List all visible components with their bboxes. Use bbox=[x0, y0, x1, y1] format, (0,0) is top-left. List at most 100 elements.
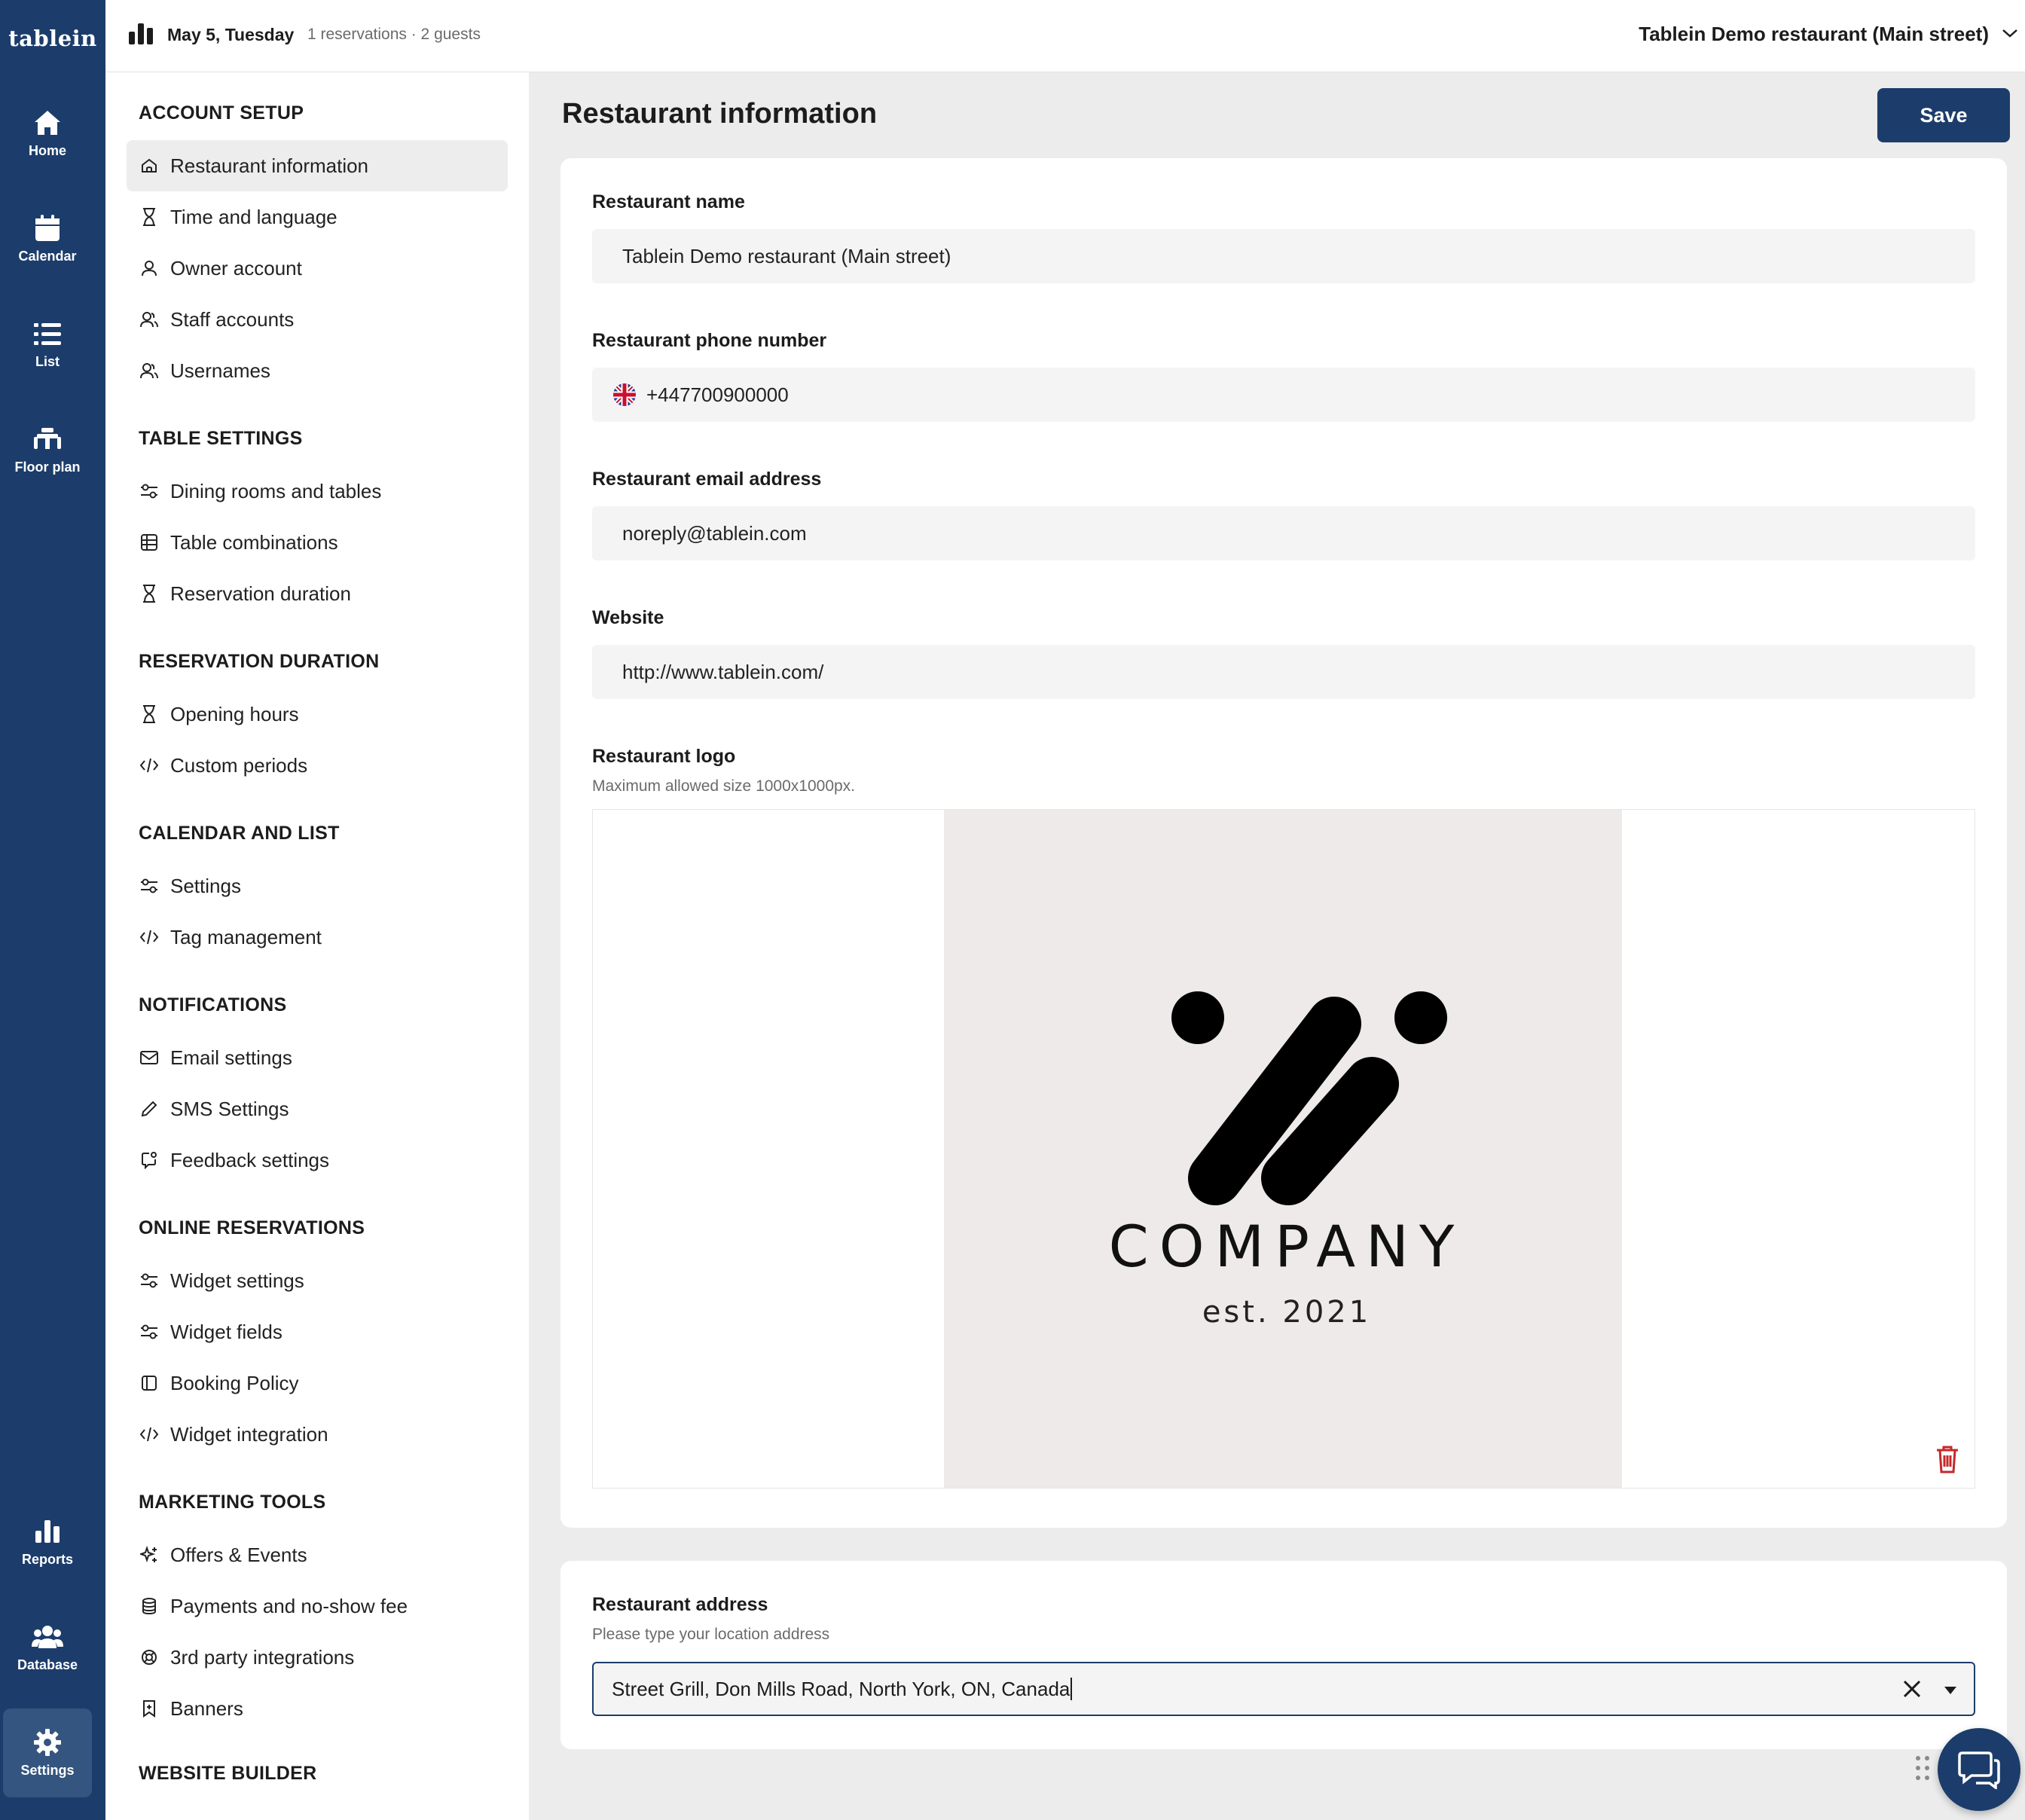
menu-item-owner-account[interactable]: Owner account bbox=[127, 243, 508, 294]
section-title-online-reservations: ONLINE RESERVATIONS bbox=[139, 1217, 365, 1238]
rail-label: Floor plan bbox=[14, 460, 81, 475]
menu-item-widget-integration[interactable]: Widget integration bbox=[127, 1409, 508, 1460]
hourglass-icon bbox=[143, 705, 155, 723]
restaurant-selector[interactable]: Tablein Demo restaurant (Main street) bbox=[1639, 23, 1989, 46]
drag-handle-icon[interactable] bbox=[1915, 1755, 1930, 1781]
website-field[interactable]: http://www.tablein.com/ bbox=[592, 645, 1975, 699]
logo-company-text: COMPANY bbox=[1109, 1213, 1465, 1280]
rail-item-database[interactable]: Database bbox=[3, 1603, 92, 1692]
address-label: Restaurant address bbox=[592, 1594, 768, 1615]
menu-item-dining-rooms[interactable]: Dining rooms and tables bbox=[127, 466, 508, 517]
menu-item-widget-fields[interactable]: Widget fields bbox=[127, 1306, 508, 1357]
reports-icon bbox=[35, 1520, 60, 1543]
menu-item-usernames[interactable]: Usernames bbox=[127, 345, 508, 396]
menu-item-custom-periods[interactable]: Custom periods bbox=[127, 740, 508, 791]
info-card: Restaurant name Tablein Demo restaurant … bbox=[560, 158, 2007, 1528]
rail-label: Database bbox=[17, 1657, 78, 1672]
address-help-text: Please type your location address bbox=[592, 1626, 830, 1643]
sliders-icon bbox=[141, 1273, 157, 1288]
page-title: Restaurant information bbox=[562, 98, 878, 130]
close-icon[interactable] bbox=[1901, 1678, 1923, 1699]
section-title-calendar-and-list: CALENDAR AND LIST bbox=[139, 823, 340, 844]
brand-logo[interactable]: tablein bbox=[0, 26, 105, 51]
restaurant-logo-image: COMPANY est. 2021 bbox=[944, 810, 1622, 1488]
rail-label: List bbox=[35, 354, 60, 369]
settings-menu: ACCOUNT SETUP Restaurant information Tim… bbox=[105, 72, 529, 1820]
chat-button[interactable] bbox=[1938, 1728, 2020, 1811]
menu-item-settings[interactable]: Settings bbox=[127, 860, 508, 912]
chat-icon bbox=[1958, 1751, 2000, 1789]
menu-item-payments[interactable]: Payments and no-show fee bbox=[127, 1580, 508, 1632]
phone-field[interactable]: +447700900000 bbox=[592, 368, 1975, 422]
rail-item-settings[interactable]: Settings bbox=[3, 1709, 92, 1797]
sliders-icon bbox=[141, 878, 157, 893]
sliders-icon bbox=[141, 484, 157, 499]
menu-item-widget-settings[interactable]: Widget settings bbox=[127, 1255, 508, 1306]
menu-item-time-and-language[interactable]: Time and language bbox=[127, 191, 508, 243]
caret-down-icon[interactable] bbox=[1944, 1686, 1957, 1695]
menu-item-reservation-duration[interactable]: Reservation duration bbox=[127, 568, 508, 619]
menu-item-table-combinations[interactable]: Table combinations bbox=[127, 517, 508, 568]
hourglass-icon bbox=[143, 585, 155, 603]
current-date[interactable]: May 5, Tuesday bbox=[167, 25, 294, 45]
rail-label: Home bbox=[28, 143, 66, 158]
code-icon bbox=[139, 758, 159, 773]
section-title-account-setup: ACCOUNT SETUP bbox=[139, 102, 304, 124]
website-label: Website bbox=[592, 607, 664, 628]
phone-label: Restaurant phone number bbox=[592, 330, 827, 351]
menu-item-email-settings[interactable]: Email settings bbox=[127, 1032, 508, 1083]
code-icon bbox=[139, 930, 159, 945]
rail-item-reports[interactable]: Reports bbox=[3, 1498, 92, 1586]
rail-item-floor-plan[interactable]: Floor plan bbox=[3, 405, 92, 494]
top-bar: May 5, Tuesday 1 reservations · 2 guests… bbox=[105, 0, 2025, 72]
email-label: Restaurant email address bbox=[592, 469, 822, 490]
menu-item-booking-policy[interactable]: Booking Policy bbox=[127, 1357, 508, 1409]
restaurant-name-field[interactable]: Tablein Demo restaurant (Main street) bbox=[592, 229, 1975, 283]
menu-item-restaurant-information[interactable]: Restaurant information bbox=[127, 140, 508, 191]
address-card: Restaurant address Please type your loca… bbox=[560, 1561, 2007, 1749]
table-grid-icon bbox=[141, 534, 157, 551]
rail-item-list[interactable]: List bbox=[3, 300, 92, 389]
chevron-down-icon[interactable] bbox=[2001, 27, 2019, 39]
section-title-reservation-duration: RESERVATION DURATION bbox=[139, 651, 380, 672]
uk-flag-icon[interactable] bbox=[613, 383, 636, 406]
coins-icon bbox=[142, 1598, 156, 1615]
rail-label: Reports bbox=[21, 1552, 73, 1567]
logo-label: Restaurant logo bbox=[592, 746, 736, 767]
section-title-table-settings: TABLE SETTINGS bbox=[139, 428, 303, 449]
menu-item-opening-hours[interactable]: Opening hours bbox=[127, 689, 508, 740]
sidebar-icon bbox=[142, 1376, 157, 1391]
hourglass-icon bbox=[143, 208, 155, 226]
lifebuoy-icon bbox=[142, 1650, 157, 1665]
code-icon bbox=[139, 1427, 159, 1442]
menu-item-staff-accounts[interactable]: Staff accounts bbox=[127, 294, 508, 345]
database-icon bbox=[32, 1626, 63, 1648]
calendar-icon bbox=[35, 215, 60, 241]
stats-icon[interactable] bbox=[128, 23, 154, 45]
logo-upload-area[interactable]: COMPANY est. 2021 bbox=[592, 809, 1975, 1489]
text-cursor bbox=[1071, 1678, 1073, 1700]
floor-plan-icon bbox=[34, 428, 61, 449]
logo-est-text: est. 2021 bbox=[1202, 1295, 1371, 1330]
rail-item-home[interactable]: Home bbox=[3, 89, 92, 178]
save-button[interactable]: Save bbox=[1877, 88, 2010, 142]
logo-help-text: Maximum allowed size 1000x1000px. bbox=[592, 777, 856, 795]
menu-item-feedback-settings[interactable]: Feedback settings bbox=[127, 1134, 508, 1186]
trash-icon[interactable] bbox=[1934, 1444, 1961, 1474]
bookmark-icon bbox=[143, 1700, 155, 1718]
menu-item-tag-management[interactable]: Tag management bbox=[127, 912, 508, 963]
home-icon bbox=[35, 111, 60, 135]
pencil-icon bbox=[141, 1101, 157, 1117]
users-icon bbox=[140, 312, 158, 328]
settings-icon bbox=[34, 1729, 61, 1756]
email-field[interactable]: noreply@tablein.com bbox=[592, 506, 1975, 560]
user-icon bbox=[142, 261, 157, 276]
menu-item-third-party-integrations[interactable]: 3rd party integrations bbox=[127, 1632, 508, 1683]
main-content: Restaurant information Save Restaurant n… bbox=[529, 72, 2025, 1820]
address-input[interactable]: Street Grill, Don Mills Road, North York… bbox=[592, 1662, 1975, 1716]
menu-item-offers-events[interactable]: Offers & Events bbox=[127, 1529, 508, 1580]
menu-item-banners[interactable]: Banners bbox=[127, 1683, 508, 1734]
rail-item-calendar[interactable]: Calendar bbox=[3, 194, 92, 283]
menu-item-sms-settings[interactable]: SMS Settings bbox=[127, 1083, 508, 1134]
feedback-icon bbox=[142, 1152, 157, 1169]
